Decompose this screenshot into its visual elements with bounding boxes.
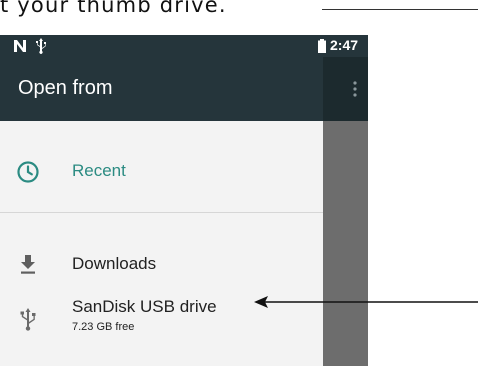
drawer-item-label: Recent	[72, 161, 126, 180]
navigation-drawer: Open from Recent Downloads SanDisk USB d…	[0, 57, 323, 366]
caption-text: t your thumb drive.	[0, 0, 227, 17]
battery-icon	[318, 39, 326, 53]
drawer-item-sublabel: 7.23 GB free	[72, 321, 135, 333]
status-bar: 2:47	[0, 35, 368, 57]
drawer-header: Open from	[0, 57, 323, 121]
n-notification-icon	[14, 40, 26, 52]
divider	[0, 212, 323, 213]
more-vert-icon[interactable]	[353, 81, 357, 97]
download-icon	[21, 255, 35, 274]
drawer-item-recent[interactable]: Recent	[0, 154, 323, 190]
usb-icon	[20, 308, 36, 331]
usb-icon	[36, 38, 46, 54]
phone-screen: 2:47 Open from Recent Downloads SanDisk …	[0, 35, 368, 366]
caption-rule	[322, 9, 478, 10]
drawer-item-downloads[interactable]: Downloads	[0, 246, 323, 282]
drawer-item-label: SanDisk USB drive	[72, 297, 217, 316]
status-time: 2:47	[330, 37, 359, 53]
annotation-arrow	[254, 296, 478, 308]
drawer-item-label: Downloads	[72, 254, 157, 273]
drawer-title: Open from	[18, 77, 113, 99]
app-bar	[323, 57, 368, 121]
clock-icon	[17, 161, 39, 183]
